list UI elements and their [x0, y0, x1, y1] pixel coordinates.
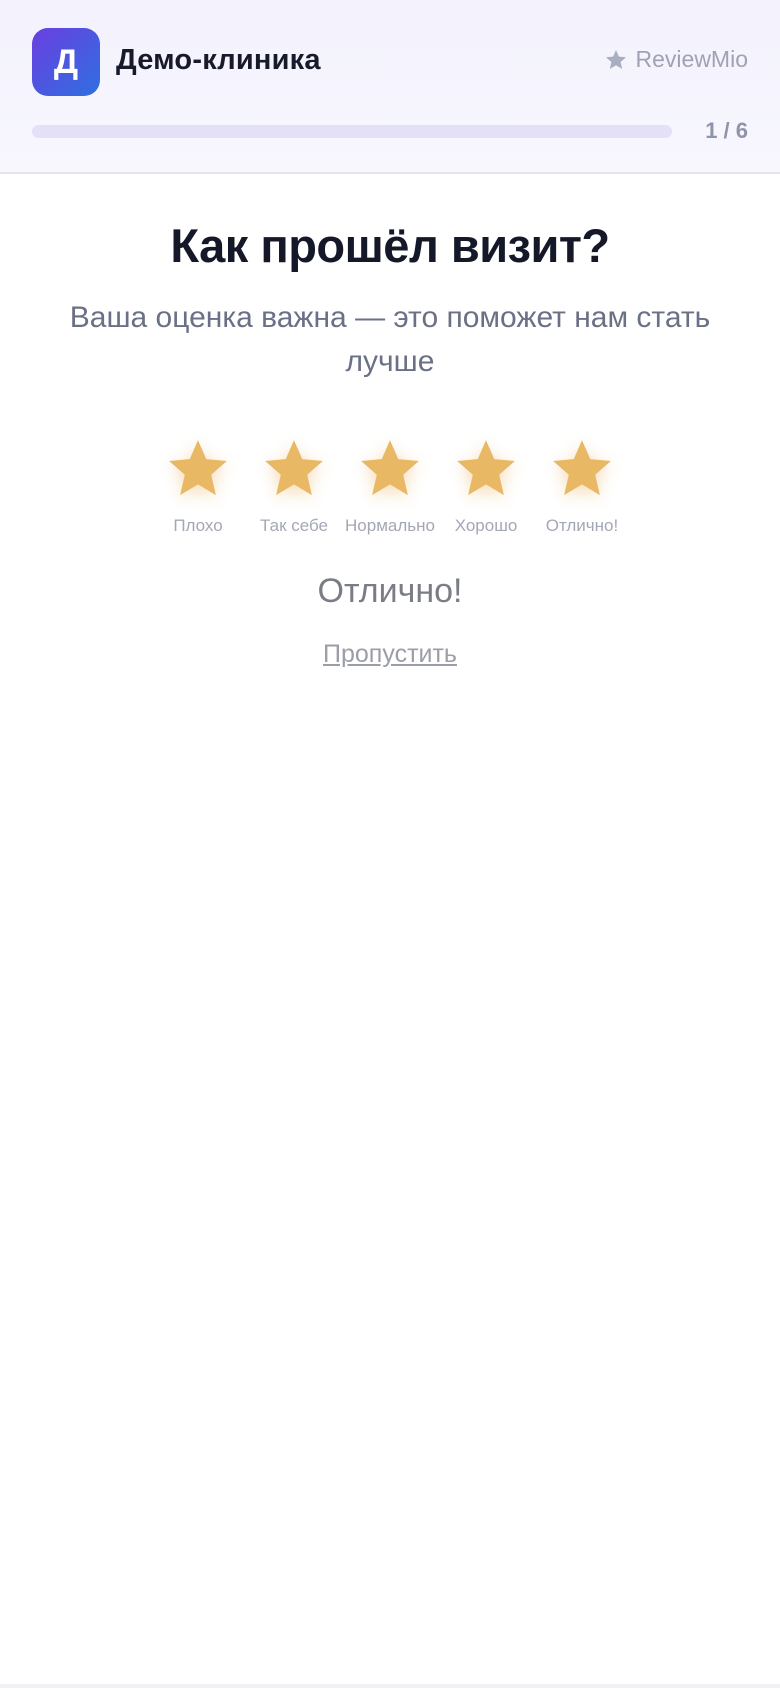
- star-rating: Плохо Так себе Нормально Хорошо Отлично!: [150, 436, 630, 536]
- rating-label: Отлично!: [545, 516, 619, 535]
- star-icon[interactable]: [165, 436, 231, 502]
- skip-link[interactable]: Пропустить: [323, 640, 457, 668]
- bottom-divider: [0, 1684, 780, 1688]
- rating-option-2[interactable]: Так себе: [246, 436, 342, 536]
- rating-option-5[interactable]: Отлично!: [534, 436, 630, 536]
- star-icon[interactable]: [261, 436, 327, 502]
- page-subtitle: Ваша оценка важна — это поможет нам стат…: [69, 301, 711, 378]
- star-icon[interactable]: [453, 436, 519, 502]
- brand-name: ReviewMio: [635, 46, 748, 72]
- rating-label: Хорошо: [454, 516, 518, 535]
- clinic-name: Демо-клиника: [116, 44, 321, 76]
- rating-option-4[interactable]: Хорошо: [438, 436, 534, 536]
- logo-letter: Д: [53, 42, 79, 81]
- star-icon[interactable]: [549, 436, 615, 502]
- rating-label: Нормально: [345, 516, 435, 535]
- star-icon: [605, 49, 626, 69]
- step-counter: 1 / 6: [705, 118, 748, 143]
- rating-label: Так себе: [260, 516, 328, 535]
- header: Д Демо-клиника ReviewMio 1 / 6: [0, 0, 780, 174]
- page-title: Как прошёл визит?: [170, 219, 610, 272]
- star-icon[interactable]: [357, 436, 423, 502]
- rating-label: Плохо: [173, 516, 223, 535]
- clinic-logo: Д: [32, 28, 100, 96]
- skip-container: Пропустить: [0, 640, 780, 669]
- rating-result: Отлично!: [317, 572, 463, 610]
- rating-option-1[interactable]: Плохо: [150, 436, 246, 536]
- progress-bar: [32, 125, 672, 138]
- rating-option-3[interactable]: Нормально: [342, 436, 438, 536]
- brand: ReviewMio: [604, 46, 748, 73]
